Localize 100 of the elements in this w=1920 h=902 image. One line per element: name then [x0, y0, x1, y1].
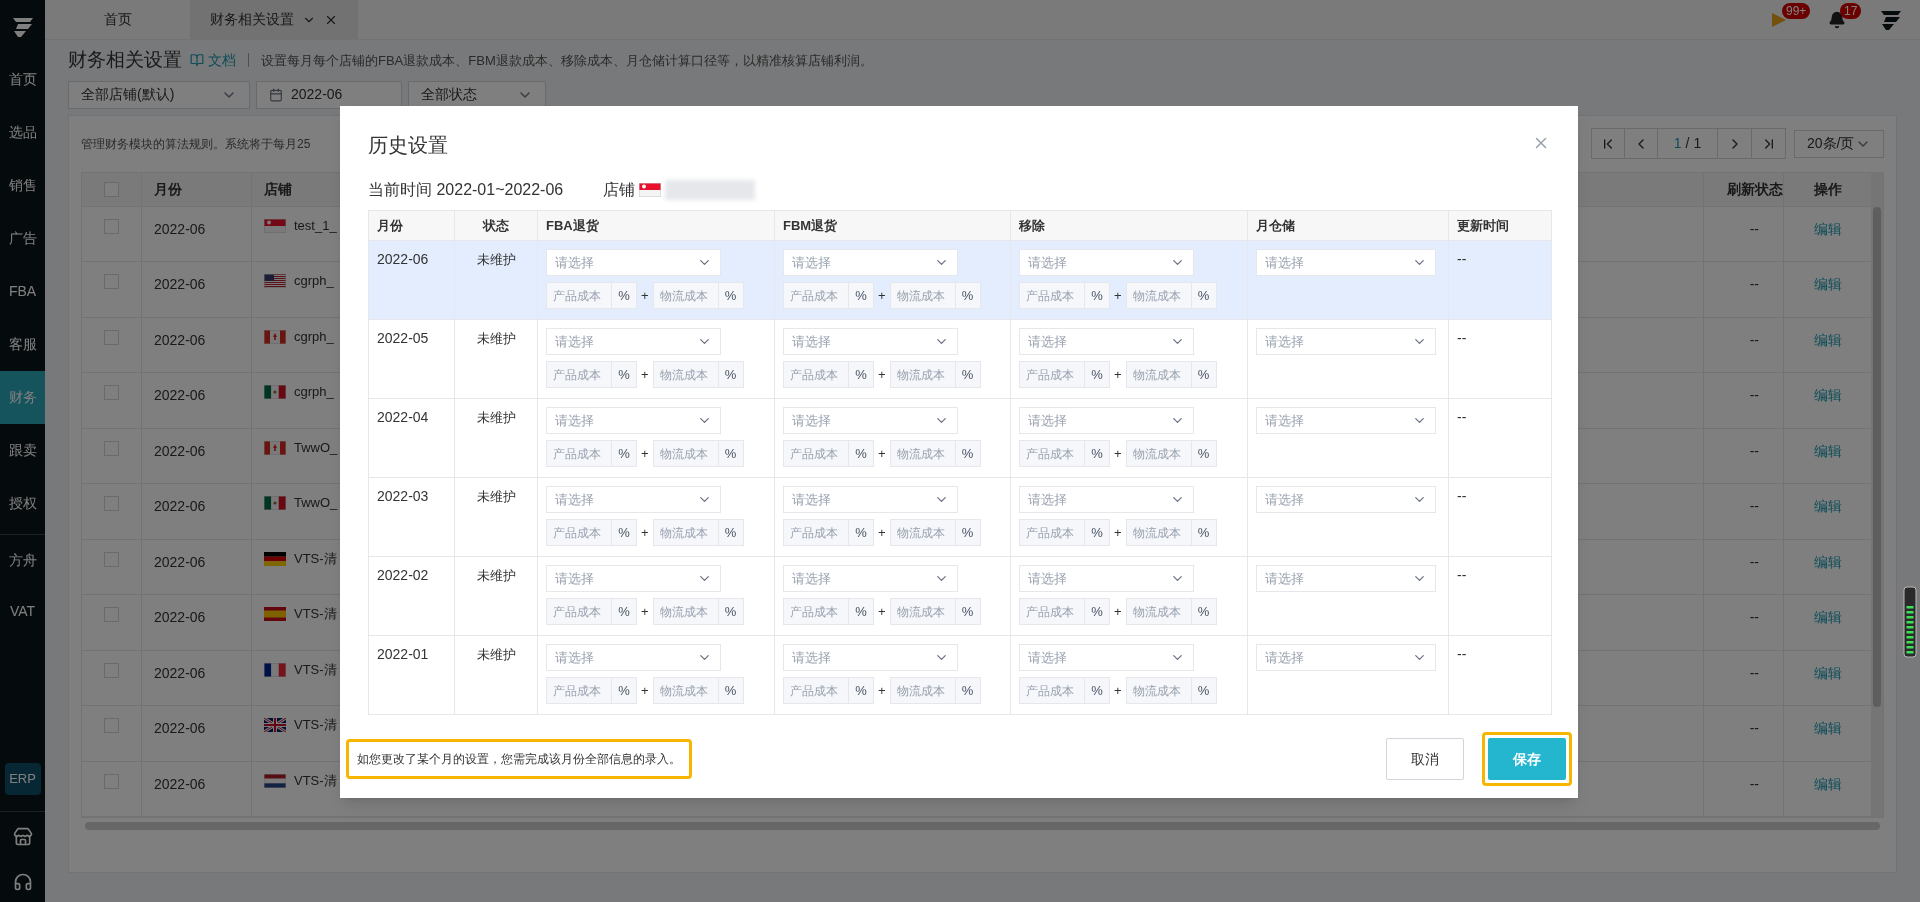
settings-row[interactable]: 2022-03 未维护 请选择 产品成本 % + 物流成本 % 请选择 产品成本 % + 物流成本 % 请选择 产品成本 % + 物流成本 % 请选择 --: [368, 477, 1552, 557]
flag-notification-icon[interactable]: [1770, 10, 1788, 29]
logistics-cost-field[interactable]: 物流成本: [1125, 282, 1192, 309]
logistics-cost-field[interactable]: 物流成本: [889, 519, 956, 546]
cost-select[interactable]: 请选择: [783, 565, 958, 592]
page-tab[interactable]: 首页: [45, 0, 190, 39]
cost-select[interactable]: 请选择: [1019, 644, 1194, 671]
edit-link[interactable]: 编辑: [1813, 387, 1842, 403]
sidebar-item[interactable]: 授权: [0, 477, 45, 530]
cancel-button[interactable]: 取消: [1386, 738, 1464, 780]
logistics-cost-field[interactable]: 物流成本: [652, 440, 719, 467]
erp-button[interactable]: ERP: [4, 763, 41, 795]
cost-select[interactable]: 请选择: [546, 486, 721, 513]
product-cost-field[interactable]: 产品成本: [1019, 598, 1085, 625]
storage-select[interactable]: 请选择: [1256, 249, 1436, 276]
product-cost-field[interactable]: 产品成本: [783, 440, 849, 467]
cost-select[interactable]: 请选择: [546, 249, 721, 276]
logistics-cost-field[interactable]: 物流成本: [889, 598, 956, 625]
logistics-cost-field[interactable]: 物流成本: [652, 361, 719, 388]
logistics-cost-field[interactable]: 物流成本: [889, 282, 956, 309]
sidebar-item[interactable]: 财务: [0, 371, 45, 424]
settings-row[interactable]: 2022-06 未维护 请选择 产品成本 % + 物流成本 % 请选择 产品成本 % + 物流成本 % 请选择 产品成本 % + 物流成本 % 请选择 --: [368, 240, 1552, 320]
product-cost-field[interactable]: 产品成本: [783, 677, 849, 704]
store-icon[interactable]: [12, 827, 33, 847]
logistics-cost-field[interactable]: 物流成本: [652, 282, 719, 309]
product-cost-field[interactable]: 产品成本: [1019, 282, 1085, 309]
settings-row[interactable]: 2022-02 未维护 请选择 产品成本 % + 物流成本 % 请选择 产品成本 % + 物流成本 % 请选择 产品成本 % + 物流成本 % 请选择 --: [368, 556, 1552, 636]
page-tab[interactable]: 财务相关设置: [190, 0, 358, 39]
cost-select[interactable]: 请选择: [1019, 565, 1194, 592]
product-cost-field[interactable]: 产品成本: [546, 282, 612, 309]
page-size-select[interactable]: 20条/页: [1794, 129, 1884, 158]
page-number[interactable]: 1: [1673, 133, 1682, 154]
edit-link[interactable]: 编辑: [1813, 553, 1842, 570]
cost-select[interactable]: 请选择: [546, 328, 721, 355]
cost-select[interactable]: 请选择: [546, 644, 721, 671]
logistics-cost-field[interactable]: 物流成本: [652, 519, 719, 546]
cost-select[interactable]: 请选择: [783, 407, 958, 434]
cost-select[interactable]: 请选择: [1019, 407, 1194, 434]
storage-select[interactable]: 请选择: [1256, 644, 1436, 671]
logistics-cost-field[interactable]: 物流成本: [652, 677, 719, 704]
product-cost-field[interactable]: 产品成本: [1019, 361, 1085, 388]
date-picker[interactable]: 2022-06: [256, 80, 402, 109]
product-cost-field[interactable]: 产品成本: [783, 598, 849, 625]
sidebar-item[interactable]: FBA: [0, 265, 45, 318]
save-button[interactable]: 保存: [1488, 738, 1566, 780]
cost-select[interactable]: 请选择: [783, 486, 958, 513]
logistics-cost-field[interactable]: 物流成本: [652, 598, 719, 625]
settings-row[interactable]: 2022-04 未维护 请选择 产品成本 % + 物流成本 % 请选择 产品成本 % + 物流成本 % 请选择 产品成本 % + 物流成本 % 请选择 --: [368, 398, 1552, 478]
bell-icon[interactable]: [1828, 10, 1846, 29]
edit-link[interactable]: 编辑: [1813, 720, 1842, 736]
sidebar-item[interactable]: 客服: [0, 318, 45, 371]
storage-select[interactable]: 请选择: [1256, 565, 1436, 592]
edit-link[interactable]: 编辑: [1813, 276, 1842, 292]
product-cost-field[interactable]: 产品成本: [546, 677, 612, 704]
cost-select[interactable]: 请选择: [1019, 249, 1194, 276]
product-cost-field[interactable]: 产品成本: [546, 361, 612, 388]
logistics-cost-field[interactable]: 物流成本: [889, 677, 956, 704]
logistics-cost-field[interactable]: 物流成本: [889, 361, 956, 388]
product-cost-field[interactable]: 产品成本: [546, 519, 612, 546]
product-cost-field[interactable]: 产品成本: [546, 440, 612, 467]
cost-select[interactable]: 请选择: [546, 407, 721, 434]
logistics-cost-field[interactable]: 物流成本: [889, 440, 956, 467]
edit-link[interactable]: 编辑: [1813, 498, 1842, 514]
logistics-cost-field[interactable]: 物流成本: [1125, 361, 1192, 388]
product-cost-field[interactable]: 产品成本: [783, 519, 849, 546]
settings-row[interactable]: 2022-01 未维护 请选择 产品成本 % + 物流成本 % 请选择 产品成本 % + 物流成本 % 请选择 产品成本 % + 物流成本 % 请选择 --: [368, 635, 1552, 715]
cost-select[interactable]: 请选择: [783, 644, 958, 671]
edit-link[interactable]: 编辑: [1813, 220, 1842, 237]
edit-link[interactable]: 编辑: [1813, 775, 1842, 792]
store-select[interactable]: 全部店铺(默认): [68, 80, 250, 109]
product-cost-field[interactable]: 产品成本: [1019, 440, 1085, 467]
edit-link[interactable]: 编辑: [1813, 609, 1842, 625]
logistics-cost-field[interactable]: 物流成本: [1125, 440, 1192, 467]
horizontal-scrollbar[interactable]: [85, 822, 1880, 830]
sidebar-item[interactable]: 跟卖: [0, 424, 45, 477]
logistics-cost-field[interactable]: 物流成本: [1125, 598, 1192, 625]
doc-link[interactable]: 文档: [190, 49, 236, 71]
sidebar-item[interactable]: 首页: [0, 53, 45, 106]
sidebar-item[interactable]: 广告: [0, 212, 45, 265]
product-cost-field[interactable]: 产品成本: [783, 361, 849, 388]
storage-select[interactable]: 请选择: [1256, 407, 1436, 434]
settings-row[interactable]: 2022-05 未维护 请选择 产品成本 % + 物流成本 % 请选择 产品成本 % + 物流成本 % 请选择 产品成本 % + 物流成本 % 请选择 --: [368, 319, 1552, 399]
sidebar-item[interactable]: 方舟: [0, 535, 45, 586]
product-cost-field[interactable]: 产品成本: [546, 598, 612, 625]
storage-select[interactable]: 请选择: [1256, 328, 1436, 355]
cost-select[interactable]: 请选择: [783, 328, 958, 355]
sidebar-item[interactable]: 选品: [0, 106, 45, 159]
cost-select[interactable]: 请选择: [783, 249, 958, 276]
edit-link[interactable]: 编辑: [1813, 331, 1842, 348]
logistics-cost-field[interactable]: 物流成本: [1125, 519, 1192, 546]
product-cost-field[interactable]: 产品成本: [1019, 677, 1085, 704]
logistics-cost-field[interactable]: 物流成本: [1125, 677, 1192, 704]
edit-link[interactable]: 编辑: [1813, 442, 1842, 459]
cost-select[interactable]: 请选择: [1019, 328, 1194, 355]
cost-select[interactable]: 请选择: [546, 565, 721, 592]
sidebar-item[interactable]: 销售: [0, 159, 45, 212]
product-cost-field[interactable]: 产品成本: [783, 282, 849, 309]
sidebar-item[interactable]: VAT: [0, 586, 45, 637]
product-cost-field[interactable]: 产品成本: [1019, 519, 1085, 546]
headset-icon[interactable]: [12, 872, 33, 892]
